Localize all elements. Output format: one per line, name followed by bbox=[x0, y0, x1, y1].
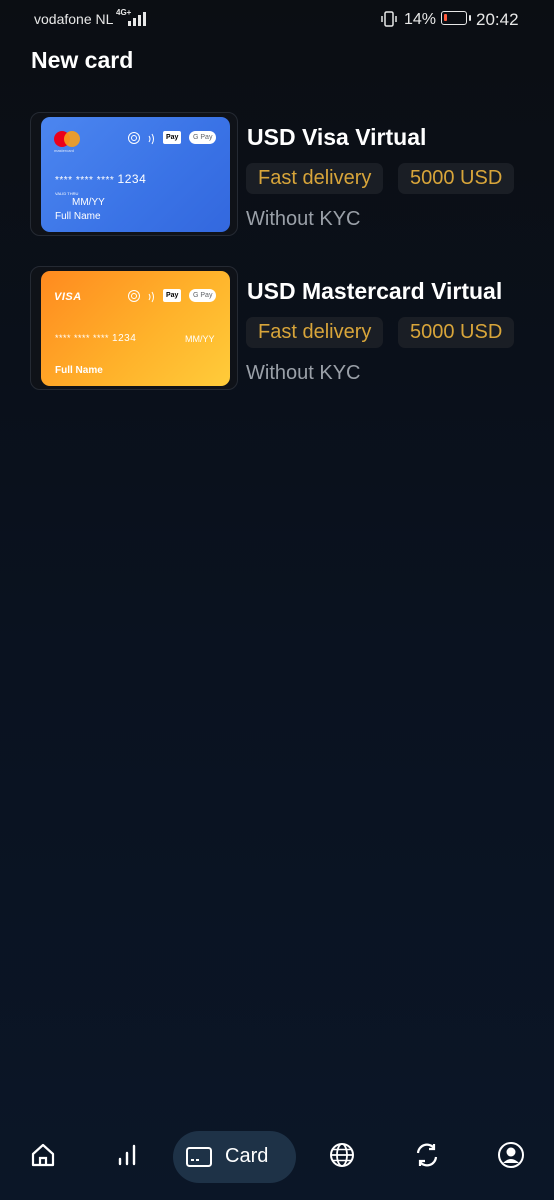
card-holder-name: Full Name bbox=[55, 365, 103, 376]
vibrate-icon bbox=[381, 11, 397, 27]
kyc-note: Without KYC bbox=[246, 362, 361, 384]
battery-percent: 14% bbox=[404, 11, 437, 28]
card-thumbnail: VISA Pay G Pay **** **** **** 1234 MM/YY… bbox=[30, 266, 238, 390]
carrier-name: vodafone NL bbox=[34, 11, 114, 27]
apple-pay-badge: Pay bbox=[163, 289, 182, 302]
contactless-chip-icon bbox=[128, 132, 140, 144]
contactless-chip-icon bbox=[128, 290, 140, 302]
battery-icon bbox=[441, 11, 471, 25]
globe-icon[interactable] bbox=[328, 1141, 356, 1169]
tag-fast-delivery: Fast delivery bbox=[246, 317, 384, 348]
card-expiry: MM/YY bbox=[72, 197, 105, 208]
card-holder-name: Full Name bbox=[55, 211, 101, 222]
mastercard-logo-icon bbox=[54, 131, 80, 147]
card-image: mastercard Pay G Pay **** **** **** 1234… bbox=[41, 117, 230, 232]
brand-subtext: mastercard bbox=[54, 148, 75, 153]
chart-icon[interactable] bbox=[113, 1141, 141, 1169]
product-item-visa-virtual[interactable]: mastercard Pay G Pay **** **** **** 1234… bbox=[30, 112, 530, 237]
nav-card-label: Card bbox=[225, 1145, 269, 1167]
signal-icon bbox=[126, 12, 146, 26]
nav-card-button[interactable]: Card bbox=[173, 1131, 296, 1183]
valid-thru-label: VALID THRU bbox=[55, 191, 79, 196]
status-bar: vodafone NL 4G+ 14% 20:42 bbox=[0, 0, 554, 40]
tag-fast-delivery: Fast delivery bbox=[246, 163, 384, 194]
clock: 20:42 bbox=[476, 10, 519, 29]
page-title: New card bbox=[31, 47, 134, 73]
kyc-note: Without KYC bbox=[246, 208, 361, 230]
profile-icon[interactable] bbox=[497, 1141, 525, 1169]
bottom-nav: Card bbox=[0, 1125, 554, 1185]
nfc-icon bbox=[148, 133, 154, 145]
exchange-icon[interactable] bbox=[413, 1141, 441, 1169]
tag-limit: 5000 USD bbox=[398, 163, 515, 194]
card-thumbnail: mastercard Pay G Pay **** **** **** 1234… bbox=[30, 112, 238, 236]
tag-limit: 5000 USD bbox=[398, 317, 515, 348]
product-title: USD Visa Virtual bbox=[247, 124, 427, 150]
card-number: **** **** **** 1234 bbox=[55, 172, 147, 186]
card-number: **** **** **** 1234 bbox=[55, 333, 137, 344]
apple-pay-badge: Pay bbox=[163, 131, 182, 144]
product-item-mastercard-virtual[interactable]: VISA Pay G Pay **** **** **** 1234 MM/YY… bbox=[30, 266, 530, 391]
visa-logo: VISA bbox=[54, 291, 82, 303]
home-icon[interactable] bbox=[29, 1141, 57, 1169]
nfc-icon bbox=[148, 291, 154, 303]
card-icon bbox=[186, 1147, 212, 1167]
product-title: USD Mastercard Virtual bbox=[247, 278, 503, 304]
google-pay-badge: G Pay bbox=[189, 289, 217, 302]
card-image: VISA Pay G Pay **** **** **** 1234 MM/YY… bbox=[41, 271, 230, 386]
card-expiry: MM/YY bbox=[185, 334, 215, 344]
google-pay-badge: G Pay bbox=[189, 131, 217, 144]
